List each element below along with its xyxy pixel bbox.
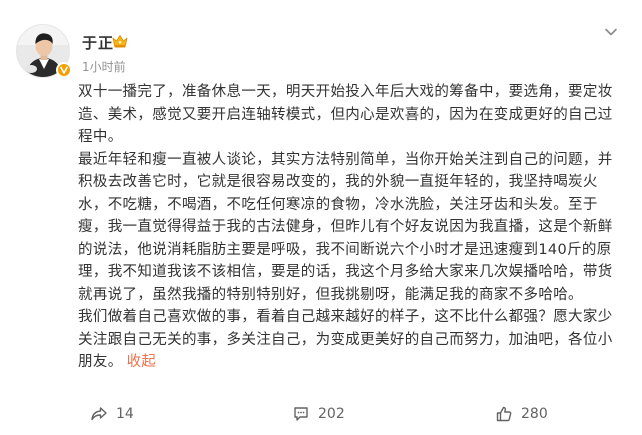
share-button[interactable]: 14 bbox=[90, 398, 134, 430]
chevron-down-icon[interactable] bbox=[604, 25, 618, 39]
thumbs-up-icon bbox=[496, 406, 512, 422]
post-time[interactable]: 1小时前 bbox=[82, 58, 126, 75]
like-count: 280 bbox=[521, 406, 548, 422]
verified-v-icon bbox=[56, 62, 72, 78]
action-bar: 14 202 280 bbox=[0, 398, 642, 430]
comment-count: 202 bbox=[318, 406, 345, 422]
author-name[interactable]: 于正 bbox=[82, 32, 114, 53]
post-paragraph-3: 我们做着自己喜欢做的事，看着自己越来越好的样子，这不比什么都强？愿大家少关注跟自… bbox=[78, 306, 623, 374]
post-paragraph-2: 最近年轻和瘦一直被人谈论，其实方法特别简单，当你开始关注到自己的问题，并积极去改… bbox=[78, 151, 613, 303]
share-icon bbox=[91, 407, 107, 421]
author-avatar-wrap[interactable] bbox=[16, 24, 72, 78]
post-content: 双十一播完了，准备休息一天，明天开始投入年后大戏的筹备中，要选角，要定妆造、美术… bbox=[78, 81, 623, 374]
post-paragraph-3-text: 我们做着自己喜欢做的事，看着自己越来越好的样子，这不比什么都强？愿大家少关注跟自… bbox=[78, 309, 613, 370]
weibo-post-card: 于正 1小时前 双十一播完了，准备休息一天，明天开始投入年后大戏的筹备中，要选角… bbox=[0, 0, 642, 435]
crown-icon[interactable] bbox=[111, 33, 129, 49]
comment-icon bbox=[294, 407, 308, 421]
post-paragraph-1: 双十一播完了，准备休息一天，明天开始投入年后大戏的筹备中，要选角，要定妆造、美术… bbox=[78, 84, 613, 145]
like-button[interactable]: 280 bbox=[495, 398, 548, 430]
collapse-link[interactable]: 收起 bbox=[127, 354, 157, 370]
share-count: 14 bbox=[116, 406, 134, 422]
comment-button[interactable]: 202 bbox=[292, 398, 345, 430]
